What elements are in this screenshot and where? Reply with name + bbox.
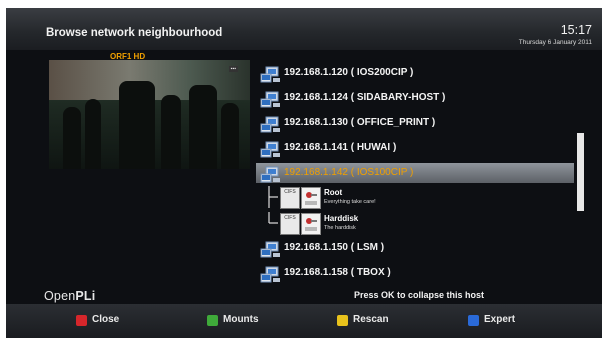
list-scrollbar[interactable] (577, 133, 584, 211)
share-row[interactable]: CIFS Root Everything take care! (264, 186, 464, 209)
close-button-label: Close (92, 314, 120, 325)
network-pc-icon (260, 166, 280, 183)
share-drive-icon: CIFS (280, 213, 300, 235)
clock-date: Thursday 6 January 2011 (518, 39, 592, 46)
host-row[interactable]: 192.168.1.120 ( IOS200CIP ) (256, 63, 574, 83)
lock-icon (301, 187, 321, 209)
expert-button-label: Expert (484, 314, 516, 325)
network-pc-icon (260, 116, 280, 133)
host-label: 192.168.1.120 ( IOS200CIP ) (284, 67, 414, 78)
host-label: 192.168.1.124 ( SIDABARY-HOST ) (284, 92, 446, 103)
tv-preview: ▪▪▪ (49, 60, 250, 169)
host-row[interactable]: 192.168.1.124 ( SIDABARY-HOST ) (256, 88, 574, 108)
host-label: 192.168.1.130 ( OFFICE_PRINT ) (284, 117, 436, 128)
brand-open: Open (44, 289, 76, 303)
host-row[interactable]: 192.168.1.158 ( TBOX ) (256, 263, 574, 283)
host-row[interactable]: 192.168.1.130 ( OFFICE_PRINT ) (256, 113, 574, 133)
tree-connector (268, 212, 278, 224)
green-key-icon (207, 315, 218, 326)
share-description: The harddisk (324, 225, 356, 231)
host-list[interactable]: 192.168.1.120 ( IOS200CIP ) 192.168.1.12… (256, 57, 576, 291)
host-label: 192.168.1.142 ( IOS100CIP ) (284, 167, 414, 178)
preview-figure (221, 103, 239, 169)
title-bar: Browse network neighbourhood 15:17 Thurs… (6, 8, 602, 50)
preview-figure (63, 107, 81, 169)
preview-figure (119, 81, 155, 169)
yellow-key-icon (337, 315, 348, 326)
rescan-button-label: Rescan (353, 314, 389, 325)
host-row[interactable]: 192.168.1.141 ( HUWAI ) (256, 138, 574, 158)
osd-screen: Browse network neighbourhood 15:17 Thurs… (6, 8, 602, 338)
preview-figure (189, 85, 217, 169)
host-label: 192.168.1.158 ( TBOX ) (284, 267, 391, 278)
status-hint: Press OK to collapse this host (354, 290, 485, 300)
share-name: Harddisk (324, 214, 359, 223)
network-pc-icon (260, 241, 280, 258)
openpli-logo: OpenPLi (44, 289, 95, 303)
host-row[interactable]: 192.168.1.150 ( LSM ) (256, 238, 574, 258)
channel-logo: ▪▪▪ (228, 66, 238, 72)
share-name: Root (324, 188, 343, 197)
brand-pli: PLi (75, 289, 96, 303)
network-pc-icon (260, 66, 280, 83)
share-description: Everything take care! (324, 199, 376, 205)
window-title: Browse network neighbourhood (46, 27, 223, 39)
network-pc-icon (260, 91, 280, 108)
blue-key-icon (468, 315, 479, 326)
mounts-button-label: Mounts (223, 314, 259, 325)
preview-figure (161, 95, 181, 169)
share-drive-icon: CIFS (280, 187, 300, 209)
host-label: 192.168.1.141 ( HUWAI ) (284, 142, 397, 153)
network-pc-icon (260, 141, 280, 158)
lock-icon (301, 213, 321, 235)
preview-figure (85, 99, 101, 169)
tree-connector (268, 186, 278, 208)
share-row[interactable]: CIFS Harddisk The harddisk (264, 212, 464, 235)
host-label: 192.168.1.150 ( LSM ) (284, 242, 385, 253)
host-row-selected[interactable]: 192.168.1.142 ( IOS100CIP ) (256, 163, 574, 183)
red-key-icon (76, 315, 87, 326)
network-pc-icon (260, 266, 280, 283)
clock-time: 15:17 (560, 23, 592, 37)
